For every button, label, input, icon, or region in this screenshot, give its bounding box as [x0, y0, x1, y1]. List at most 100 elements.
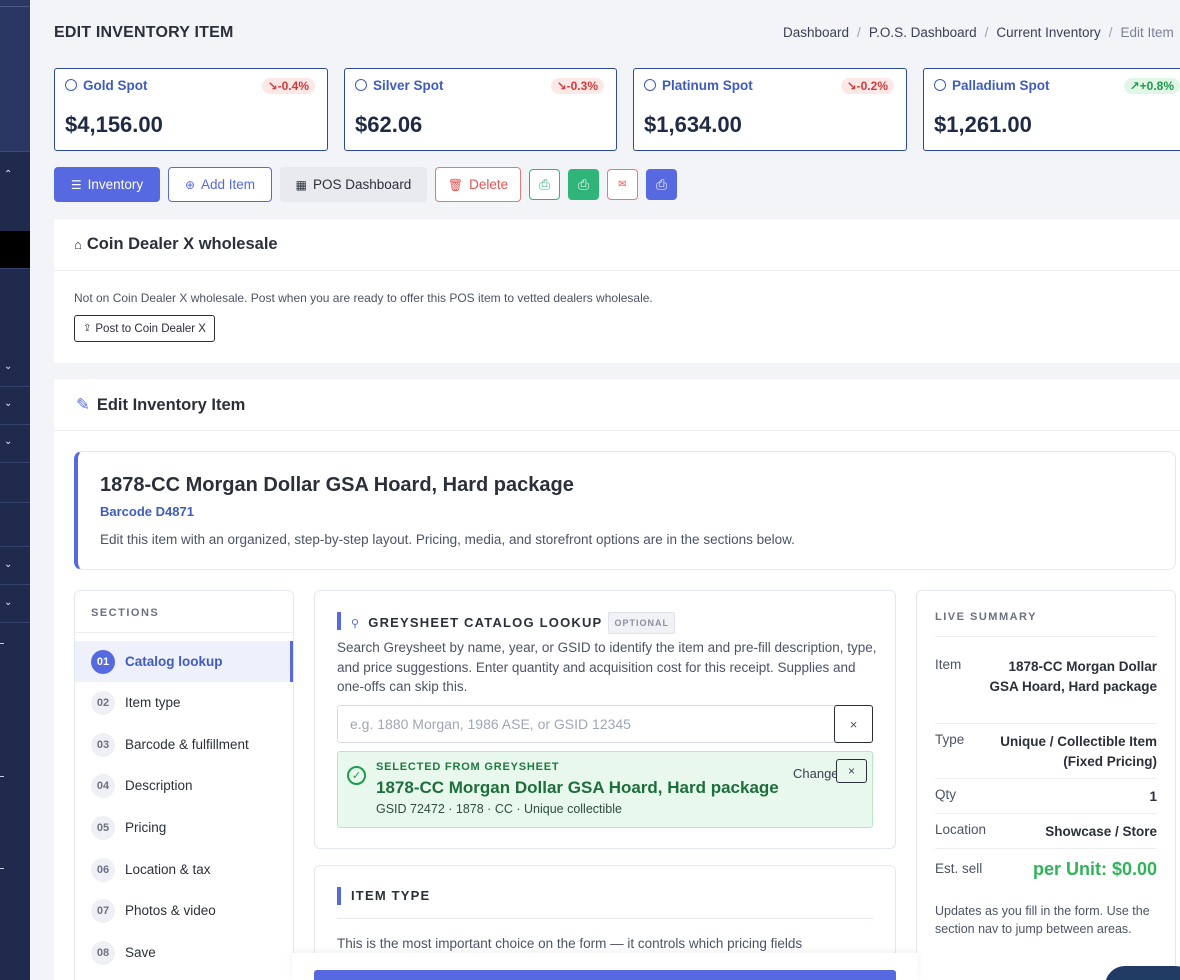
breadcrumb-pos-dashboard[interactable]: P.O.S. Dashboard	[869, 25, 977, 40]
breadcrumb: Dashboard / P.O.S. Dashboard / Current Inven…	[783, 25, 1174, 40]
catalog-lookup-card: ⚲ GREYSHEET CATALOG LOOKUP OPTIONAL Search…	[314, 590, 896, 849]
spot-name: Gold Spot	[65, 78, 148, 93]
summary-row-item: Item 1878-CC Morgan Dollar GSA Hoard, Ha…	[935, 657, 1157, 724]
remove-selection-button[interactable]: ×	[836, 759, 867, 783]
chevron-down-icon[interactable]: ⌄	[4, 560, 12, 570]
spot-name: Silver Spot	[355, 78, 444, 93]
section-pricing[interactable]: 05 Pricing	[75, 807, 293, 848]
spot-change-badge: ↘-0.3%	[550, 78, 604, 94]
clear-search-button[interactable]: ×	[834, 705, 873, 743]
greysheet-search-input[interactable]	[338, 706, 835, 742]
spot-price: $1,634.00	[644, 112, 742, 137]
edit-panel-header: ✎ Edit Inventory Item	[54, 379, 1180, 431]
breadcrumb-separator: /	[1108, 25, 1113, 40]
delete-button[interactable]: 🗑 Delete	[435, 167, 521, 202]
spot-change-badge: ↘-0.2%	[840, 78, 894, 94]
spot-card-gold: Gold Spot ↘-0.4% $4,156.00	[54, 68, 328, 151]
selected-item-name: 1878-CC Morgan Dollar GSA Hoard, Hard pa…	[376, 778, 779, 797]
save-changes-button[interactable]	[314, 970, 896, 980]
section-description[interactable]: 04 Description	[75, 765, 293, 806]
help-chat-button[interactable]	[1105, 966, 1180, 980]
dealer-panel-title: ⌂ Coin Dealer X wholesale	[74, 235, 278, 253]
spot-name: Platinum Spot	[644, 78, 753, 93]
search-icon: ⚲	[351, 618, 361, 630]
add-item-button[interactable]: ⊕ Add Item	[168, 167, 272, 202]
pos-dashboard-button[interactable]: ▦ POS Dashboard	[280, 167, 427, 202]
sidebar-item-active[interactable]	[0, 231, 30, 268]
selected-item-meta: GSID 72472 · 1878 · CC · Unique collecti…	[376, 802, 622, 816]
trend-down-icon: ↘	[267, 79, 278, 93]
sidebar-divider	[0, 462, 30, 463]
spot-price: $4,156.00	[65, 112, 163, 137]
spot-card-platinum: Platinum Spot ↘-0.2% $1,634.00	[633, 68, 907, 151]
section-barcode-fulfillment[interactable]: 03 Barcode & fulfillment	[75, 724, 293, 765]
breadcrumb-separator: /	[984, 25, 989, 40]
breadcrumb-current: Edit Item	[1120, 25, 1174, 40]
spot-price: $1,261.00	[934, 112, 1032, 137]
summary-note: Updates as you fill in the form. Use the…	[935, 904, 1150, 936]
item-barcode: Barcode D4871	[100, 504, 194, 519]
breadcrumb-separator: /	[857, 25, 861, 40]
print-receipt-button[interactable]: ⎙	[568, 169, 599, 200]
trend-down-icon: ↘	[556, 79, 567, 93]
selected-label: SELECTED FROM GREYSHEET	[376, 761, 560, 773]
print-label-button[interactable]: ⎙	[529, 169, 560, 200]
trend-up-icon: ↗	[1129, 79, 1140, 93]
breadcrumb-dashboard[interactable]: Dashboard	[783, 25, 849, 40]
dealer-panel-header: ⌂ Coin Dealer X wholesale	[54, 219, 1180, 271]
sidebar-divider	[0, 424, 30, 425]
section-location-tax[interactable]: 06 Location & tax	[75, 849, 293, 890]
live-summary-heading: LIVE SUMMARY	[935, 611, 1037, 623]
chevron-down-icon[interactable]: ⌄	[4, 362, 12, 372]
print-icon: ⎙	[539, 176, 550, 192]
breadcrumb-current-inventory[interactable]: Current Inventory	[996, 25, 1100, 40]
section-item-type[interactable]: 02 Item type	[75, 682, 293, 723]
summary-row-qty: Qty 1	[935, 787, 1157, 814]
dealer-panel: ⌂ Coin Dealer X wholesale Not on Coin Dea…	[54, 219, 1180, 363]
post-to-dealer-button[interactable]: ⇪ Post to Coin Dealer X	[74, 315, 215, 342]
email-button[interactable]: ✉	[607, 169, 638, 200]
sidebar-marker	[0, 868, 4, 869]
live-summary: LIVE SUMMARY Item 1878-CC Morgan Dollar …	[916, 590, 1176, 980]
sections-heading: SECTIONS	[91, 607, 160, 619]
chevron-down-icon[interactable]: ⌄	[4, 399, 12, 409]
spot-price: $62.06	[355, 112, 423, 137]
section-photos-video[interactable]: 07 Photos & video	[75, 890, 293, 931]
sidebar-divider	[0, 546, 30, 547]
print-button[interactable]: ⎙	[646, 169, 677, 200]
catalog-lookup-description: Search Greysheet by name, year, or GSID …	[337, 640, 877, 694]
item-type-description: This is the most important choice on the…	[337, 936, 803, 951]
edit-panel: ✎ Edit Inventory Item 1878-CC Morgan Doll…	[54, 379, 1180, 980]
spot-card-silver: Silver Spot ↘-0.3% $62.06	[344, 68, 617, 151]
edit-panel-title: ✎ Edit Inventory Item	[76, 396, 246, 414]
store-icon: ⌂	[74, 237, 82, 252]
gauge-icon	[65, 79, 77, 91]
summary-row-est-sell: Est. sell per Unit: $0.00	[935, 859, 1157, 879]
section-save[interactable]: 08 Save	[75, 932, 293, 973]
chevron-down-icon[interactable]: ⌄	[4, 598, 12, 608]
greysheet-search: ×	[337, 705, 873, 743]
spot-name: Palladium Spot	[934, 78, 1050, 93]
plus-circle-icon: ⊕	[184, 177, 196, 192]
item-header-card: 1878-CC Morgan Dollar GSA Hoard, Hard pa…	[74, 451, 1176, 570]
summary-row-location: Location Showcase / Store	[935, 822, 1157, 849]
sections-nav: SECTIONS 01 Catalog lookup 02 Item type 03…	[74, 590, 294, 980]
selected-greysheet-item: ✓ SELECTED FROM GREYSHEET 1878-CC Morgan…	[337, 751, 873, 828]
spot-card-palladium: Palladium Spot ↗+0.8% $1,261.00	[923, 68, 1180, 151]
chevron-up-icon[interactable]: ⌃	[4, 170, 12, 180]
list-icon: ☰	[70, 177, 82, 192]
section-catalog-lookup[interactable]: 01 Catalog lookup	[75, 641, 293, 682]
sidebar-marker	[0, 776, 4, 777]
inventory-button[interactable]: ☰ Inventory	[54, 167, 160, 202]
mail-icon: ✉	[618, 179, 627, 190]
dashboard-icon: ▦	[295, 177, 308, 192]
gauge-icon	[355, 79, 367, 91]
trend-down-icon: ↘	[846, 79, 857, 93]
dealer-note: Not on Coin Dealer X wholesale. Post whe…	[74, 291, 653, 305]
chevron-down-icon[interactable]: ⌄	[4, 437, 12, 447]
change-selection-button[interactable]: Change	[793, 766, 839, 781]
catalog-lookup-title: ⚲ GREYSHEET CATALOG LOOKUP OPTIONAL	[337, 612, 675, 634]
sidebar-marker	[0, 643, 4, 644]
trash-icon: 🗑	[447, 177, 464, 192]
edit-icon: ✎	[76, 396, 90, 414]
